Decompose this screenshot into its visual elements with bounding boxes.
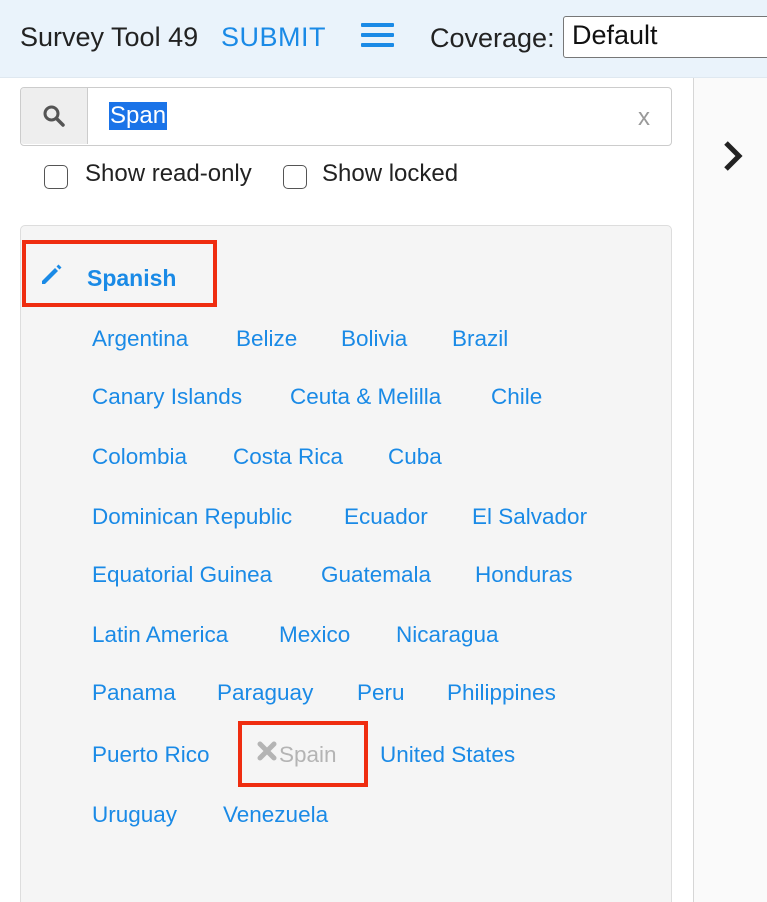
region-link[interactable]: Argentina (92, 326, 188, 352)
region-link[interactable]: Ecuador (344, 504, 428, 530)
region-link[interactable]: Nicaragua (396, 622, 499, 648)
region-link[interactable]: Honduras (475, 562, 573, 588)
region-link[interactable]: Uruguay (92, 802, 177, 828)
search-input[interactable]: Span (109, 102, 168, 130)
region-link[interactable]: Cuba (388, 444, 442, 470)
region-link[interactable]: Peru (357, 680, 405, 706)
region-link[interactable]: Canary Islands (92, 384, 242, 410)
region-link[interactable]: Costa Rica (233, 444, 343, 470)
submit-link[interactable]: SUBMIT (221, 22, 326, 53)
show-locked-label: Show locked (322, 160, 459, 187)
region-link[interactable]: Mexico (279, 622, 350, 648)
region-link[interactable]: Latin America (92, 622, 228, 648)
region-link[interactable]: Dominican Republic (92, 504, 292, 530)
chevron-right-icon[interactable] (723, 140, 743, 172)
region-disabled-label: Spain (279, 742, 337, 767)
top-header: Survey Tool 49 SUBMIT Coverage: Default (0, 0, 767, 78)
app-title: Survey Tool 49 (20, 22, 199, 52)
region-link[interactable]: Guatemala (321, 562, 431, 588)
coverage-select[interactable]: Default (563, 16, 767, 58)
show-read-only-label: Show read-only (85, 160, 252, 187)
region-link[interactable]: United States (380, 742, 515, 768)
hamburger-menu-icon[interactable] (361, 23, 394, 49)
search-icon (43, 105, 65, 127)
clear-search-button[interactable]: x (638, 104, 650, 132)
region-link[interactable]: Puerto Rico (92, 742, 210, 768)
region-link[interactable]: Brazil (452, 326, 508, 352)
language-link[interactable]: Spanish (87, 265, 176, 292)
region-link[interactable]: Ceuta & Melilla (290, 384, 441, 410)
pencil-icon[interactable] (38, 261, 64, 287)
region-link[interactable]: Belize (236, 326, 297, 352)
region-link[interactable]: Venezuela (223, 802, 328, 828)
region-link[interactable]: El Salvador (472, 504, 587, 530)
region-link[interactable]: Bolivia (341, 326, 407, 352)
show-read-only-checkbox[interactable] (44, 165, 68, 189)
region-link[interactable]: Colombia (92, 444, 187, 470)
side-panel (693, 78, 767, 902)
search-box: Span (20, 87, 672, 146)
region-link[interactable]: Chile (491, 384, 542, 410)
search-button[interactable] (21, 88, 88, 144)
coverage-label: Coverage: (430, 23, 555, 53)
region-link[interactable]: Equatorial Guinea (92, 562, 272, 588)
region-link[interactable]: Paraguay (217, 680, 313, 706)
region-link[interactable]: Panama (92, 680, 176, 706)
x-icon (257, 741, 277, 761)
show-locked-checkbox[interactable] (283, 165, 307, 189)
region-link[interactable]: Philippines (447, 680, 556, 706)
